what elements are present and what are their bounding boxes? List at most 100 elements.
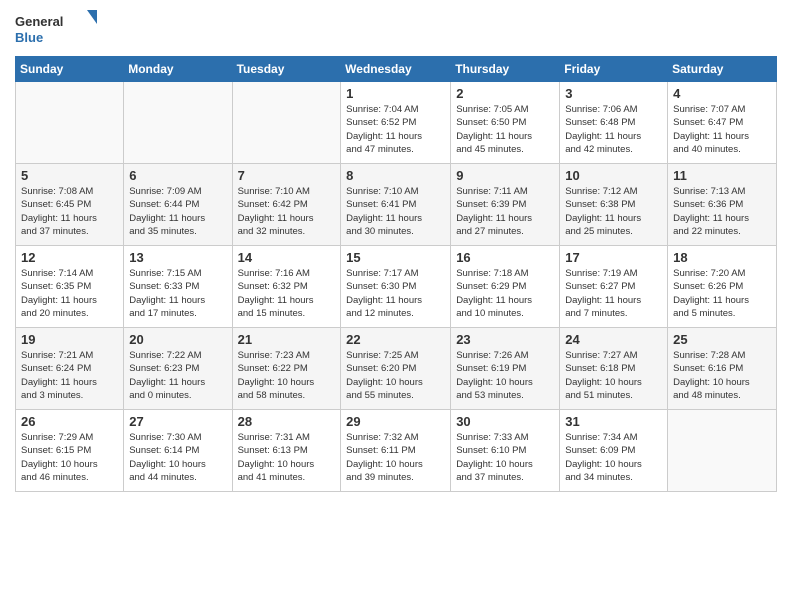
calendar-cell: 20 Sunrise: 7:22 AM Sunset: 6:23 PM Dayli… bbox=[124, 328, 232, 410]
cell-info: Sunrise: 7:29 AM Sunset: 6:15 PM Dayligh… bbox=[21, 431, 118, 484]
cell-day-number: 13 bbox=[129, 250, 226, 265]
cell-info: Sunrise: 7:28 AM Sunset: 6:16 PM Dayligh… bbox=[673, 349, 771, 402]
calendar-cell: 16 Sunrise: 7:18 AM Sunset: 6:29 PM Dayli… bbox=[451, 246, 560, 328]
cell-info: Sunrise: 7:14 AM Sunset: 6:35 PM Dayligh… bbox=[21, 267, 118, 320]
cell-day-number: 6 bbox=[129, 168, 226, 183]
cell-info: Sunrise: 7:19 AM Sunset: 6:27 PM Dayligh… bbox=[565, 267, 662, 320]
calendar-cell: 17Sunrise: 7:19 AM Sunset: 6:27 PM Dayli… bbox=[560, 246, 668, 328]
logo-svg: General Blue bbox=[15, 10, 105, 48]
calendar-cell: 12 Sunrise: 7:14 AM Sunset: 6:35 PM Dayli… bbox=[16, 246, 124, 328]
calendar-header-row: SundayMondayTuesdayWednesdayThursdayFrid… bbox=[16, 57, 777, 82]
logo: General Blue bbox=[15, 10, 105, 48]
calendar-cell: 23 Sunrise: 7:26 AM Sunset: 6:19 PM Dayli… bbox=[451, 328, 560, 410]
cell-day-number: 8 bbox=[346, 168, 445, 183]
cell-info: Sunrise: 7:22 AM Sunset: 6:23 PM Dayligh… bbox=[129, 349, 226, 402]
cell-day-number: 7 bbox=[238, 168, 336, 183]
cell-info: Sunrise: 7:33 AM Sunset: 6:10 PM Dayligh… bbox=[456, 431, 554, 484]
cell-info: Sunrise: 7:10 AM Sunset: 6:42 PM Dayligh… bbox=[238, 185, 336, 238]
calendar-header-saturday: Saturday bbox=[668, 57, 777, 82]
cell-day-number: 15 bbox=[346, 250, 445, 265]
cell-info: Sunrise: 7:21 AM Sunset: 6:24 PM Dayligh… bbox=[21, 349, 118, 402]
cell-day-number: 26 bbox=[21, 414, 118, 429]
cell-day-number: 19 bbox=[21, 332, 118, 347]
calendar-cell: 26 Sunrise: 7:29 AM Sunset: 6:15 PM Dayli… bbox=[16, 410, 124, 492]
cell-info: Sunrise: 7:20 AM Sunset: 6:26 PM Dayligh… bbox=[673, 267, 771, 320]
cell-info: Sunrise: 7:08 AM Sunset: 6:45 PM Dayligh… bbox=[21, 185, 118, 238]
cell-day-number: 3 bbox=[565, 86, 662, 101]
cell-info: Sunrise: 7:04 AM Sunset: 6:52 PM Dayligh… bbox=[346, 103, 445, 156]
calendar-cell: 7 Sunrise: 7:10 AM Sunset: 6:42 PM Daylig… bbox=[232, 164, 341, 246]
calendar-cell: 6 Sunrise: 7:09 AM Sunset: 6:44 PM Daylig… bbox=[124, 164, 232, 246]
cell-info: Sunrise: 7:16 AM Sunset: 6:32 PM Dayligh… bbox=[238, 267, 336, 320]
cell-day-number: 12 bbox=[21, 250, 118, 265]
calendar-cell: 13Sunrise: 7:15 AM Sunset: 6:33 PM Dayli… bbox=[124, 246, 232, 328]
calendar-week-2: 5 Sunrise: 7:08 AM Sunset: 6:45 PM Daylig… bbox=[16, 164, 777, 246]
calendar-cell: 31 Sunrise: 7:34 AM Sunset: 6:09 PM Dayli… bbox=[560, 410, 668, 492]
calendar-week-3: 12 Sunrise: 7:14 AM Sunset: 6:35 PM Dayli… bbox=[16, 246, 777, 328]
calendar-week-4: 19 Sunrise: 7:21 AM Sunset: 6:24 PM Dayli… bbox=[16, 328, 777, 410]
cell-info: Sunrise: 7:06 AM Sunset: 6:48 PM Dayligh… bbox=[565, 103, 662, 156]
calendar-cell: 11 Sunrise: 7:13 AM Sunset: 6:36 PM Dayli… bbox=[668, 164, 777, 246]
cell-info: Sunrise: 7:13 AM Sunset: 6:36 PM Dayligh… bbox=[673, 185, 771, 238]
cell-info: Sunrise: 7:17 AM Sunset: 6:30 PM Dayligh… bbox=[346, 267, 445, 320]
calendar-cell: 27 Sunrise: 7:30 AM Sunset: 6:14 PM Dayli… bbox=[124, 410, 232, 492]
cell-day-number: 1 bbox=[346, 86, 445, 101]
cell-info: Sunrise: 7:09 AM Sunset: 6:44 PM Dayligh… bbox=[129, 185, 226, 238]
calendar-cell: 30 Sunrise: 7:33 AM Sunset: 6:10 PM Dayli… bbox=[451, 410, 560, 492]
cell-info: Sunrise: 7:27 AM Sunset: 6:18 PM Dayligh… bbox=[565, 349, 662, 402]
calendar-header-thursday: Thursday bbox=[451, 57, 560, 82]
cell-day-number: 23 bbox=[456, 332, 554, 347]
cell-info: Sunrise: 7:11 AM Sunset: 6:39 PM Dayligh… bbox=[456, 185, 554, 238]
cell-info: Sunrise: 7:26 AM Sunset: 6:19 PM Dayligh… bbox=[456, 349, 554, 402]
calendar-cell: 10 Sunrise: 7:12 AM Sunset: 6:38 PM Dayli… bbox=[560, 164, 668, 246]
calendar-header-tuesday: Tuesday bbox=[232, 57, 341, 82]
cell-day-number: 4 bbox=[673, 86, 771, 101]
cell-info: Sunrise: 7:07 AM Sunset: 6:47 PM Dayligh… bbox=[673, 103, 771, 156]
calendar-table: SundayMondayTuesdayWednesdayThursdayFrid… bbox=[15, 56, 777, 492]
calendar-cell: 22Sunrise: 7:25 AM Sunset: 6:20 PM Dayli… bbox=[341, 328, 451, 410]
svg-text:Blue: Blue bbox=[15, 30, 43, 45]
calendar-week-5: 26 Sunrise: 7:29 AM Sunset: 6:15 PM Dayli… bbox=[16, 410, 777, 492]
cell-day-number: 18 bbox=[673, 250, 771, 265]
cell-day-number: 9 bbox=[456, 168, 554, 183]
cell-info: Sunrise: 7:34 AM Sunset: 6:09 PM Dayligh… bbox=[565, 431, 662, 484]
calendar-cell: 21Sunrise: 7:23 AM Sunset: 6:22 PM Dayli… bbox=[232, 328, 341, 410]
cell-day-number: 5 bbox=[21, 168, 118, 183]
cell-day-number: 21 bbox=[238, 332, 336, 347]
cell-day-number: 10 bbox=[565, 168, 662, 183]
calendar-cell: 25 Sunrise: 7:28 AM Sunset: 6:16 PM Dayli… bbox=[668, 328, 777, 410]
cell-info: Sunrise: 7:12 AM Sunset: 6:38 PM Dayligh… bbox=[565, 185, 662, 238]
calendar-cell: 19 Sunrise: 7:21 AM Sunset: 6:24 PM Dayli… bbox=[16, 328, 124, 410]
page: General Blue SundayMondayTuesdayWednesda… bbox=[0, 0, 792, 612]
cell-day-number: 30 bbox=[456, 414, 554, 429]
cell-day-number: 11 bbox=[673, 168, 771, 183]
cell-day-number: 29 bbox=[346, 414, 445, 429]
calendar-cell bbox=[124, 82, 232, 164]
calendar-cell: 2Sunrise: 7:05 AM Sunset: 6:50 PM Daylig… bbox=[451, 82, 560, 164]
cell-day-number: 20 bbox=[129, 332, 226, 347]
cell-day-number: 24 bbox=[565, 332, 662, 347]
cell-info: Sunrise: 7:10 AM Sunset: 6:41 PM Dayligh… bbox=[346, 185, 445, 238]
cell-info: Sunrise: 7:05 AM Sunset: 6:50 PM Dayligh… bbox=[456, 103, 554, 156]
calendar-cell: 8 Sunrise: 7:10 AM Sunset: 6:41 PM Daylig… bbox=[341, 164, 451, 246]
cell-day-number: 31 bbox=[565, 414, 662, 429]
svg-text:General: General bbox=[15, 14, 63, 29]
calendar-cell: 5 Sunrise: 7:08 AM Sunset: 6:45 PM Daylig… bbox=[16, 164, 124, 246]
cell-info: Sunrise: 7:30 AM Sunset: 6:14 PM Dayligh… bbox=[129, 431, 226, 484]
cell-day-number: 28 bbox=[238, 414, 336, 429]
calendar-cell bbox=[668, 410, 777, 492]
cell-day-number: 16 bbox=[456, 250, 554, 265]
calendar-header-monday: Monday bbox=[124, 57, 232, 82]
cell-day-number: 25 bbox=[673, 332, 771, 347]
cell-day-number: 27 bbox=[129, 414, 226, 429]
calendar-header-sunday: Sunday bbox=[16, 57, 124, 82]
calendar-cell: 3 Sunrise: 7:06 AM Sunset: 6:48 PM Daylig… bbox=[560, 82, 668, 164]
calendar-cell bbox=[16, 82, 124, 164]
cell-info: Sunrise: 7:31 AM Sunset: 6:13 PM Dayligh… bbox=[238, 431, 336, 484]
calendar-header-friday: Friday bbox=[560, 57, 668, 82]
header: General Blue bbox=[15, 10, 777, 48]
calendar-cell: 28 Sunrise: 7:31 AM Sunset: 6:13 PM Dayli… bbox=[232, 410, 341, 492]
calendar-cell: 24 Sunrise: 7:27 AM Sunset: 6:18 PM Dayli… bbox=[560, 328, 668, 410]
cell-day-number: 14 bbox=[238, 250, 336, 265]
cell-info: Sunrise: 7:18 AM Sunset: 6:29 PM Dayligh… bbox=[456, 267, 554, 320]
